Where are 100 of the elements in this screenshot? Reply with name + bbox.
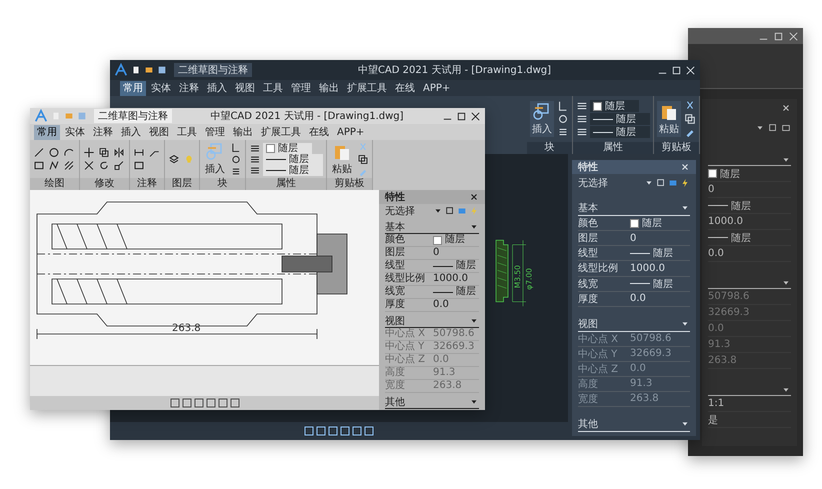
- section-header[interactable]: 其他: [385, 394, 405, 408]
- property-label: 图层: [385, 247, 406, 259]
- ribbon-tab[interactable]: 插入: [118, 124, 144, 140]
- property-label: 宽度: [385, 380, 406, 392]
- property-value: 263.8: [630, 393, 659, 404]
- close-icon[interactable]: [470, 110, 481, 122]
- mirror-icon[interactable]: [113, 147, 125, 158]
- close-icon[interactable]: [781, 103, 791, 113]
- ribbon-tab[interactable]: 管理: [288, 80, 314, 96]
- arc-icon[interactable]: [63, 147, 75, 158]
- table-icon[interactable]: [133, 160, 145, 171]
- section-header[interactable]: 基本: [385, 220, 405, 234]
- property-value: 1000.0: [630, 262, 665, 274]
- property-value: 随层: [731, 232, 751, 244]
- property-dropdown[interactable]: 随层: [263, 154, 323, 164]
- line-icon[interactable]: [33, 147, 45, 158]
- dimension-label: M3.50: [513, 265, 522, 288]
- workspace-dropdown[interactable]: 二维草图与注释: [174, 63, 252, 77]
- move-icon[interactable]: [83, 147, 95, 158]
- select-objects-icon[interactable]: [656, 178, 666, 188]
- polyline-icon[interactable]: [48, 160, 60, 171]
- ribbon-group-label: 属性: [246, 178, 326, 190]
- property-value: 0.0: [708, 323, 724, 334]
- insert-button[interactable]: 插入: [530, 101, 554, 137]
- property-dropdown[interactable]: 随层: [263, 164, 323, 176]
- property-value: 0: [433, 247, 440, 259]
- section-header[interactable]: 视图: [578, 316, 598, 331]
- property-value: 随层: [653, 278, 673, 291]
- ribbon-tab[interactable]: 在线: [306, 124, 332, 140]
- linetype-sample: [630, 283, 650, 284]
- rectangle-icon[interactable]: [33, 160, 45, 171]
- property-value: 50798.6: [630, 333, 672, 344]
- property-dropdown[interactable]: 随层: [590, 100, 639, 112]
- property-dropdown[interactable]: 随层: [590, 113, 650, 125]
- ribbon-tab[interactable]: 输出: [230, 124, 256, 140]
- ribbon-tab[interactable]: 注释: [176, 80, 202, 96]
- scale-icon[interactable]: [113, 160, 125, 171]
- ribbon-tab[interactable]: 工具: [174, 124, 200, 140]
- section-header[interactable]: 其他: [578, 416, 598, 431]
- dimension-icon[interactable]: [133, 147, 145, 158]
- property-value: 32669.3: [708, 307, 750, 318]
- select-objects-icon[interactable]: [445, 206, 455, 216]
- ribbon-tab[interactable]: 常用: [34, 124, 60, 140]
- property-label: 中心点 X: [385, 328, 426, 340]
- copy-icon[interactable]: [98, 147, 110, 158]
- paste-button[interactable]: 粘贴: [657, 101, 681, 137]
- property-value: 91.3: [708, 339, 730, 350]
- ribbon-tab[interactable]: 在线: [392, 80, 418, 96]
- ribbon-group-label: 剪贴板: [327, 178, 372, 190]
- property-value: 50798.6: [433, 328, 474, 340]
- ribbon-tab[interactable]: 实体: [148, 80, 174, 96]
- property-dropdown[interactable]: 随层: [263, 142, 312, 154]
- window-title: 中望CAD 2021 天试用 - [Drawing1.dwg]: [209, 110, 405, 123]
- folder-icon[interactable]: [144, 65, 154, 75]
- copy-icon[interactable]: [357, 154, 369, 164]
- trim-icon[interactable]: [83, 160, 95, 171]
- property-value: 是: [708, 414, 718, 426]
- ribbon-tab[interactable]: APP+: [334, 124, 368, 140]
- property-label: 高度: [385, 367, 406, 379]
- ribbon-tab[interactable]: 工具: [260, 80, 286, 96]
- ribbon-tab[interactable]: 常用: [120, 80, 146, 96]
- workspace-dropdown[interactable]: 二维草图与注释: [94, 109, 172, 123]
- scissors-icon[interactable]: [684, 100, 696, 112]
- section-header[interactable]: 视图: [385, 314, 405, 328]
- insert-button[interactable]: 插入: [203, 141, 227, 177]
- ribbon-tab[interactable]: 插入: [204, 80, 230, 96]
- property-value: 0.0: [630, 293, 646, 304]
- ribbon-tab[interactable]: 管理: [202, 124, 228, 140]
- ribbon-tab[interactable]: 扩展工具: [258, 124, 304, 140]
- ribbon-tab[interactable]: 视图: [146, 124, 172, 140]
- layers-icon[interactable]: [168, 154, 180, 164]
- maximize-icon[interactable]: [456, 110, 467, 122]
- ribbon-tab[interactable]: APP+: [420, 80, 454, 96]
- selection-dropdown[interactable]: 无选择: [578, 176, 642, 190]
- dimension-label: φ7.00: [524, 268, 534, 290]
- app-logo-icon: [34, 109, 48, 123]
- property-dropdown[interactable]: 随层: [590, 126, 650, 138]
- panel-title: 特性: [578, 160, 598, 174]
- ribbon-tab[interactable]: 扩展工具: [344, 80, 390, 96]
- circle-icon[interactable]: [48, 147, 60, 158]
- property-label: 线型: [578, 246, 599, 260]
- new-file-icon[interactable]: [131, 65, 141, 75]
- ribbon-tab[interactable]: 注释: [90, 124, 116, 140]
- quick-select-icon[interactable]: [781, 123, 791, 133]
- section-header[interactable]: 基本: [578, 201, 598, 216]
- property-value: 1000.0: [708, 216, 743, 227]
- selection-dropdown[interactable]: 无选择: [385, 204, 431, 218]
- ribbon-tab[interactable]: 实体: [62, 124, 88, 140]
- close-icon[interactable]: [469, 192, 479, 202]
- ribbon-tab[interactable]: 视图: [232, 80, 258, 96]
- save-icon[interactable]: [157, 65, 167, 75]
- close-icon[interactable]: [680, 162, 690, 172]
- select-objects-icon[interactable]: [768, 123, 778, 133]
- rotate-icon[interactable]: [98, 160, 110, 171]
- hatch-icon[interactable]: [63, 160, 75, 171]
- property-value: 0: [630, 232, 636, 244]
- lightning-icon[interactable]: [680, 178, 690, 188]
- ribbon-tab[interactable]: 输出: [316, 80, 342, 96]
- paste-button[interactable]: 粘贴: [330, 141, 354, 177]
- property-label: 线宽: [578, 278, 599, 291]
